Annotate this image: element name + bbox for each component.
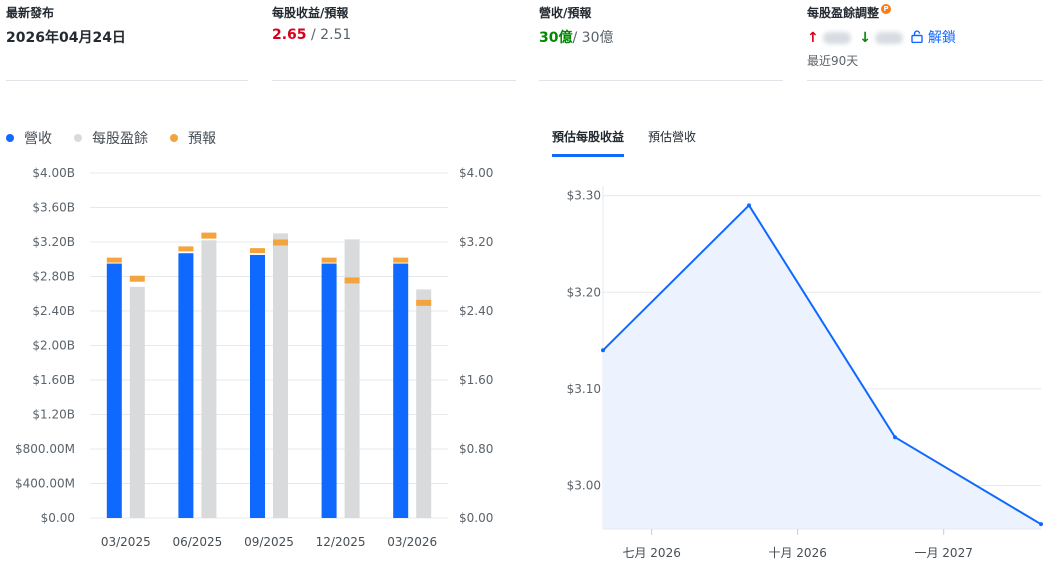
line-chart-x-tick-label: 十月 2026 bbox=[768, 546, 826, 560]
earnings-bar-chart: $0.00 $400.00M $800.00M $1.20B $1.60B $2.00B $… bbox=[15, 166, 493, 549]
stat-eps-label: 每股收益/預報 bbox=[272, 6, 349, 20]
stat-revenue: 營收/預報 30億/ 30億 bbox=[539, 0, 783, 81]
revenue-estimate-marker bbox=[250, 248, 265, 254]
stat-eps: 每股收益/預報 2.65 / 2.51 bbox=[272, 0, 516, 81]
eps-revisions-values: ↑ ↓ 解鎖 bbox=[807, 27, 956, 47]
eps-estimate: 2.51 bbox=[320, 27, 352, 43]
revenue-estimate-marker bbox=[178, 246, 194, 252]
left-axis-tick-label: $3.20B bbox=[32, 235, 75, 249]
blurred-upward-count bbox=[822, 32, 851, 44]
line-chart-y-tick-label: $3.10 bbox=[567, 382, 601, 396]
left-axis-tick-label: $2.40B bbox=[32, 304, 75, 318]
legend-item-estimate[interactable]: 預報 bbox=[170, 128, 216, 148]
legend-eps-label: 每股盈餘 bbox=[92, 131, 148, 147]
estimated-eps-line-chart: $3.00 $3.10 $3.20 $3.30 七月 2026 十月 2026 一月 202… bbox=[567, 186, 1043, 560]
legend-eps-dot bbox=[74, 134, 82, 142]
legend-item-revenue[interactable]: 營收 bbox=[6, 128, 52, 148]
revenue-separator: / bbox=[572, 30, 582, 46]
revenue-estimate: 30億 bbox=[581, 30, 614, 46]
legend-revenue-dot bbox=[6, 134, 14, 142]
arrow-down-icon: ↓ bbox=[859, 30, 871, 46]
left-axis-tick-label: $800.00M bbox=[15, 442, 75, 456]
line-chart-x-tick-label: 七月 2026 bbox=[622, 546, 680, 560]
line-chart-x-tick-label: 一月 2027 bbox=[914, 546, 972, 560]
revenue-estimate-marker bbox=[393, 257, 409, 263]
eps-bar bbox=[129, 286, 145, 518]
estimated-eps-area bbox=[603, 205, 1041, 530]
estimated-eps-point bbox=[747, 203, 751, 208]
left-axis-tick-label: $3.60B bbox=[32, 201, 75, 215]
left-axis-tick-label: $400.00M bbox=[15, 477, 75, 491]
eps-estimate-marker bbox=[201, 232, 217, 239]
right-axis-tick-label: $2.40 bbox=[459, 304, 493, 318]
stat-latest-release-label: 最新發布 bbox=[6, 6, 55, 20]
chart-legend: 營收 每股盈餘 預報 bbox=[6, 128, 216, 148]
revenue-actual: 30億 bbox=[539, 30, 573, 46]
x-axis-tick-label: 03/2026 bbox=[387, 535, 437, 549]
estimated-eps-point bbox=[1039, 522, 1043, 527]
stat-revenue-label: 營收/預報 bbox=[539, 6, 592, 20]
revenue-bar bbox=[106, 263, 122, 518]
eps-estimate-marker bbox=[416, 299, 432, 306]
revenue-estimate-marker bbox=[321, 257, 337, 263]
revenue-estimate-marker bbox=[106, 257, 122, 263]
left-axis-tick-label: $1.60B bbox=[32, 373, 75, 387]
eps-bar bbox=[201, 240, 217, 518]
stat-eps-value: 2.65 / 2.51 bbox=[272, 27, 351, 43]
left-axis-tick-label: $2.00B bbox=[32, 339, 75, 353]
blurred-downward-count bbox=[874, 32, 903, 44]
eps-bar bbox=[416, 289, 432, 518]
estimate-tabs: 預估每股收益 預估營收 bbox=[552, 128, 696, 157]
x-axis-tick-label: 12/2025 bbox=[316, 535, 366, 549]
legend-item-eps[interactable]: 每股盈餘 bbox=[74, 128, 148, 148]
right-axis-tick-label: $0.80 bbox=[459, 442, 493, 456]
premium-badge-icon: P bbox=[881, 4, 892, 14]
stat-eps-revisions-label: 每股盈餘調整 P bbox=[807, 4, 892, 21]
x-axis-tick-label: 06/2025 bbox=[172, 535, 222, 549]
right-axis-tick-label: $4.00 bbox=[459, 166, 493, 180]
eps-estimate-marker bbox=[129, 275, 145, 282]
eps-revisions-period: 最近90天 bbox=[807, 54, 859, 68]
lock-icon bbox=[911, 30, 924, 44]
revenue-bar bbox=[321, 263, 337, 518]
line-chart-y-tick-label: $3.00 bbox=[567, 479, 601, 493]
arrow-up-icon: ↑ bbox=[807, 30, 819, 46]
line-chart-y-tick-label: $3.20 bbox=[567, 285, 601, 299]
stat-latest-release-value: 2026年04月24日 bbox=[6, 30, 126, 46]
left-axis-tick-label: $2.80B bbox=[32, 270, 75, 284]
right-axis-tick-label: $3.20 bbox=[459, 235, 493, 249]
legend-revenue-label: 營收 bbox=[24, 131, 52, 147]
left-axis-tick-label: $1.20B bbox=[32, 408, 75, 422]
revenue-bar bbox=[250, 254, 265, 518]
legend-estimate-label: 預報 bbox=[188, 131, 216, 147]
x-axis-tick-label: 03/2025 bbox=[101, 535, 151, 549]
stat-latest-release: 最新發布 2026年04月24日 bbox=[6, 0, 248, 81]
line-chart-y-tick-label: $3.30 bbox=[567, 189, 601, 203]
stat-revenue-value: 30億/ 30億 bbox=[539, 27, 613, 47]
right-axis-tick-label: $1.60 bbox=[459, 373, 493, 387]
revenue-bar bbox=[178, 253, 194, 518]
left-axis-tick-label: $4.00B bbox=[32, 166, 75, 180]
stat-eps-revisions: 每股盈餘調整 P ↑ ↓ 解鎖 最近90天 bbox=[807, 0, 1043, 81]
unlock-button[interactable]: 解鎖 bbox=[911, 30, 956, 46]
revenue-bar bbox=[393, 263, 409, 518]
unlock-label: 解鎖 bbox=[927, 30, 956, 46]
eps-estimate-marker bbox=[344, 277, 360, 284]
tab-estimated-eps[interactable]: 預估每股收益 bbox=[552, 128, 625, 157]
eps-revisions-label-text: 每股盈餘調整 bbox=[807, 6, 880, 20]
legend-estimate-dot bbox=[170, 134, 178, 142]
estimated-eps-point bbox=[893, 435, 897, 440]
eps-separator: / bbox=[306, 27, 321, 43]
eps-estimate-marker bbox=[273, 239, 288, 246]
x-axis-tick-label: 09/2025 bbox=[244, 535, 294, 549]
left-axis-tick-label: $0.00 bbox=[41, 511, 75, 525]
eps-bar bbox=[273, 233, 288, 518]
eps-actual: 2.65 bbox=[272, 27, 307, 43]
tab-estimated-revenue[interactable]: 預估營收 bbox=[648, 128, 696, 157]
estimated-eps-point bbox=[601, 348, 605, 353]
right-axis-tick-label: $0.00 bbox=[459, 511, 493, 525]
